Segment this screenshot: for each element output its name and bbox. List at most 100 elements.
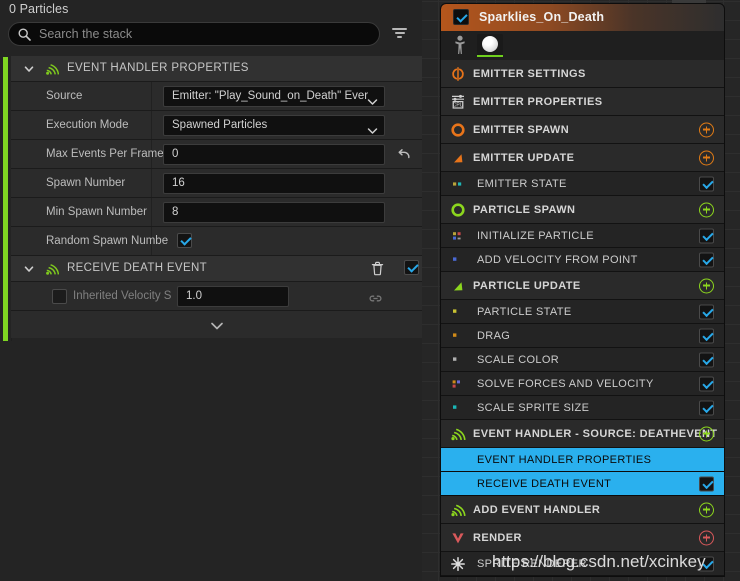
stack-section-receive-death-event[interactable]: RECEIVE DEATH EVENT — [11, 256, 422, 282]
node-row-particle-spawn[interactable]: PARTICLE SPAWN — [441, 196, 724, 224]
node-row-initialize-particle[interactable]: INITIALIZE PARTICLE — [441, 224, 724, 248]
property-row-random-spawn-number: Random Spawn Numbe — [11, 227, 422, 256]
svg-text:CPU: CPU — [453, 102, 464, 108]
inherited-velocity-scale-value: 1.0 — [186, 290, 202, 302]
link-icon[interactable] — [369, 291, 382, 302]
update-arrow-icon — [450, 150, 466, 166]
source-dropdown[interactable]: Emitter: "Play_Sound_on_Death" Ever — [163, 86, 385, 107]
node-row-particle-update[interactable]: PARTICLE UPDATE — [441, 272, 724, 300]
emitter-enabled-checkbox[interactable] — [453, 9, 469, 25]
add-module-button[interactable] — [699, 426, 714, 441]
search-input[interactable]: Search the stack — [8, 22, 380, 46]
module-enabled-checkbox[interactable] — [699, 176, 714, 191]
stack-section-label: RECEIVE DEATH EVENT — [67, 262, 207, 274]
node-row-label: EMITTER UPDATE — [473, 151, 575, 164]
delete-icon[interactable] — [371, 261, 384, 276]
node-row-add-velocity-from-point[interactable]: ADD VELOCITY FROM POINT — [441, 248, 724, 272]
sphere-preview[interactable] — [477, 34, 503, 57]
property-label: Random Spawn Numbe — [46, 235, 169, 247]
emitter-title: Sparklies_On_Death — [479, 10, 605, 24]
update-arrow-icon — [450, 278, 466, 294]
node-row-drag[interactable]: DRAG — [441, 324, 724, 348]
module-enabled-checkbox[interactable] — [699, 304, 714, 319]
property-label: Source — [46, 90, 83, 102]
event-handler-icon — [450, 502, 466, 518]
chevron-down-icon[interactable] — [210, 318, 224, 330]
module-enabled-checkbox[interactable] — [699, 252, 714, 267]
node-row-label: EVENT HANDLER - SOURCE: DEATHEVENT — [473, 427, 718, 440]
add-module-button[interactable] — [699, 202, 714, 217]
chevron-down-icon — [367, 93, 378, 105]
node-row-emitter-properties[interactable]: CPU EMITTER PROPERTIES — [441, 88, 724, 116]
module-dots-icon — [450, 376, 466, 392]
filter-icon[interactable] — [392, 28, 407, 40]
person-icon — [452, 35, 468, 55]
node-row-solve-forces-and-velocity[interactable]: SOLVE FORCES AND VELOCITY — [441, 372, 724, 396]
stack-rows: EVENT HANDLER PROPERTIES Source Emitter:… — [11, 56, 422, 338]
stack-section-event-handler-properties[interactable]: EVENT HANDLER PROPERTIES — [11, 56, 422, 82]
node-row-emitter-state[interactable]: EMITTER STATE — [441, 172, 724, 196]
module-enabled-checkbox[interactable] — [699, 400, 714, 415]
node-row-label: PARTICLE STATE — [477, 305, 572, 318]
emitter-thumbnail-row — [441, 31, 724, 60]
chevron-down-icon[interactable] — [23, 63, 35, 75]
add-module-button[interactable] — [699, 122, 714, 137]
receive-death-event-checkbox[interactable] — [404, 260, 419, 275]
node-row-emitter-update[interactable]: EMITTER UPDATE — [441, 144, 724, 172]
chevron-down-icon[interactable] — [23, 263, 35, 275]
node-row-add-event-handler[interactable]: ADD EVENT HANDLER — [441, 496, 724, 524]
property-label: Min Spawn Number — [46, 206, 147, 218]
stack-section-label: EVENT HANDLER PROPERTIES — [67, 62, 249, 74]
min-spawn-number-value: 8 — [172, 206, 179, 218]
node-row-label: PARTICLE SPAWN — [473, 203, 576, 216]
niagara-emitter-editor: 0 Particles Search the stack EVENT HANDL… — [0, 0, 740, 581]
add-module-button[interactable] — [699, 278, 714, 293]
emitter-node-header[interactable]: Sparklies_On_Death — [441, 4, 724, 31]
min-spawn-number-input[interactable]: 8 — [163, 202, 385, 223]
execution-mode-dropdown[interactable]: Spawned Particles — [163, 115, 385, 136]
module-enabled-checkbox[interactable] — [699, 376, 714, 391]
column-divider — [151, 169, 152, 197]
node-row-receive-death-event[interactable]: RECEIVE DEATH EVENT — [441, 472, 724, 496]
property-row-max-events-per-frame: Max Events Per Frame 0 — [11, 140, 422, 169]
max-events-per-frame-input[interactable]: 0 — [163, 144, 385, 165]
node-row-scale-color[interactable]: SCALE COLOR — [441, 348, 724, 372]
module-dot-icon — [450, 400, 466, 416]
module-enabled-checkbox[interactable] — [699, 328, 714, 343]
node-row-label: ADD EVENT HANDLER — [473, 503, 601, 516]
add-event-handler-button[interactable] — [699, 502, 714, 517]
node-row-label: INITIALIZE PARTICLE — [477, 229, 594, 242]
module-enabled-checkbox[interactable] — [699, 352, 714, 367]
node-row-emitter-settings[interactable]: EMITTER SETTINGS — [441, 60, 724, 88]
random-spawn-number-checkbox[interactable] — [177, 233, 192, 248]
inherited-velocity-scale-checkbox[interactable] — [52, 289, 67, 304]
inherited-velocity-scale-input[interactable]: 1.0 — [177, 286, 289, 307]
node-row-scale-sprite-size[interactable]: SCALE SPRITE SIZE — [441, 396, 724, 420]
spawn-number-value: 16 — [172, 177, 185, 189]
node-row-label: EMITTER SPAWN — [473, 123, 570, 136]
module-dots-icon — [450, 228, 466, 244]
stack-collapse-row[interactable] — [11, 311, 422, 338]
node-row-sprite-renderer[interactable]: SPRITE RENDERER — [441, 552, 724, 576]
node-row-emitter-spawn[interactable]: EMITTER SPAWN — [441, 116, 724, 144]
spawn-number-input[interactable]: 16 — [163, 173, 385, 194]
node-row-particle-state[interactable]: PARTICLE STATE — [441, 300, 724, 324]
add-renderer-button[interactable] — [699, 530, 714, 545]
column-divider — [151, 111, 152, 139]
module-dots-icon — [450, 176, 466, 192]
property-row-spawn-number: Spawn Number 16 — [11, 169, 422, 198]
module-enabled-checkbox[interactable] — [699, 228, 714, 243]
node-row-label: ADD VELOCITY FROM POINT — [477, 253, 638, 266]
event-handler-icon — [450, 426, 466, 442]
sprite-renderer-icon — [450, 556, 466, 572]
module-enabled-checkbox[interactable] — [699, 476, 714, 491]
node-row-render[interactable]: RENDER — [441, 524, 724, 552]
revert-icon[interactable] — [397, 147, 411, 161]
execution-mode-value: Spawned Particles — [172, 119, 268, 131]
node-row-event-handler-source-deathevent[interactable]: EVENT HANDLER - SOURCE: DEATHEVENT — [441, 420, 724, 448]
column-divider — [151, 198, 152, 226]
module-enabled-checkbox[interactable] — [699, 556, 714, 571]
property-row-source: Source Emitter: "Play_Sound_on_Death" Ev… — [11, 82, 422, 111]
add-module-button[interactable] — [699, 150, 714, 165]
node-row-event-handler-properties[interactable]: EVENT HANDLER PROPERTIES — [441, 448, 724, 472]
